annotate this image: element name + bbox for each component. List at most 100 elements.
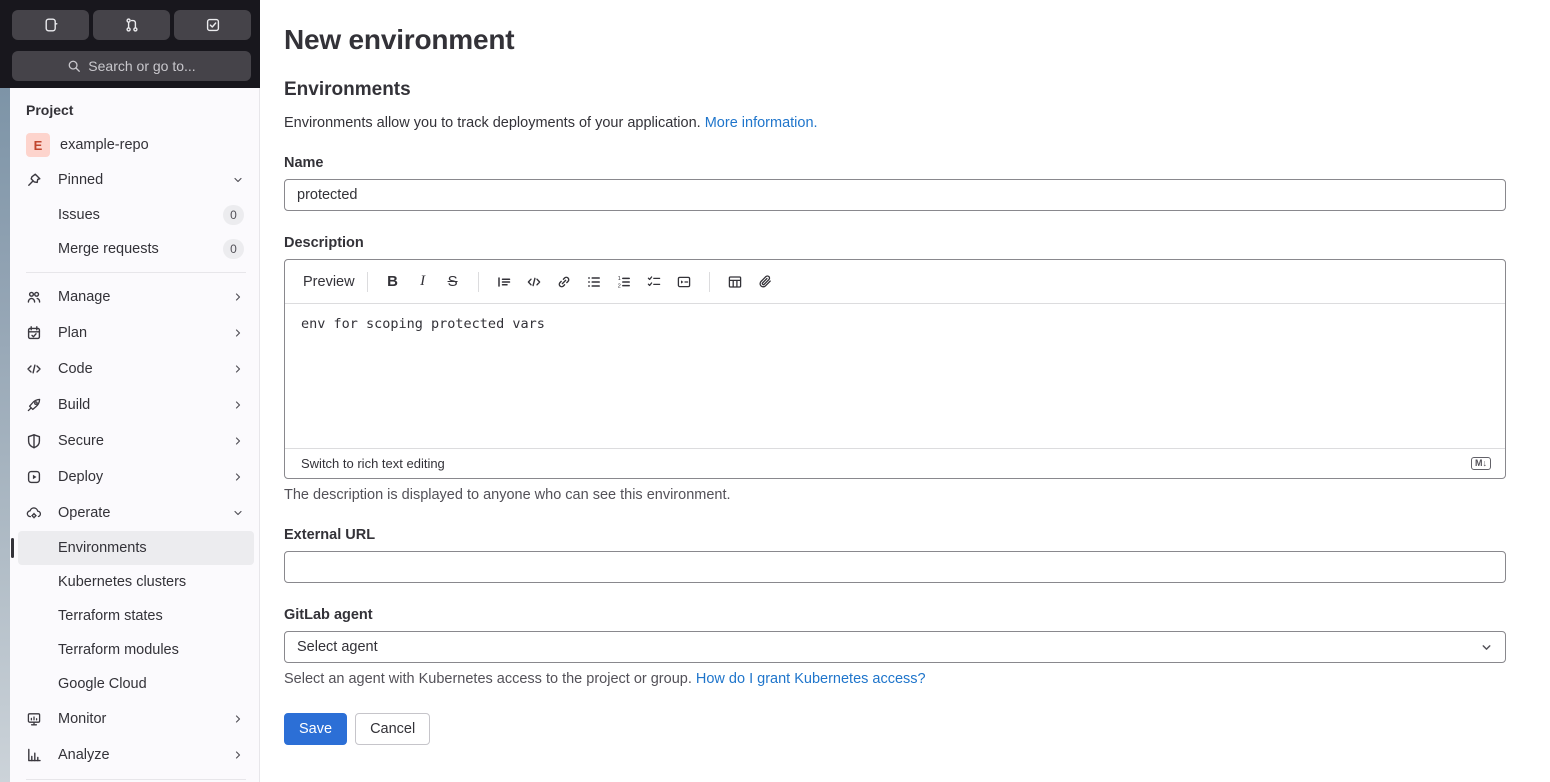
chevron-right-icon [232, 749, 244, 761]
sidebar-item-label: Analyze [58, 747, 110, 763]
merge-request-icon [124, 17, 140, 33]
preview-tab[interactable]: Preview [301, 270, 357, 294]
sidebar-item-label: Deploy [58, 469, 104, 485]
chevron-right-icon [232, 713, 244, 725]
gitlab-agent-label: GitLab agent [284, 607, 373, 623]
strikethrough-button[interactable]: S [440, 269, 466, 295]
link-button[interactable] [551, 269, 577, 295]
sidebar-item-secure[interactable]: Secure [18, 423, 254, 459]
project-section-label: Project [26, 102, 74, 118]
issues-shortcut-button[interactable] [12, 10, 89, 40]
todo-shortcut-button[interactable] [174, 10, 251, 40]
sidebar-item-merge-requests[interactable]: Merge requests 0 [18, 232, 254, 266]
cloud-gear-icon [26, 505, 42, 521]
details-block-button[interactable] [671, 269, 697, 295]
more-information-link[interactable]: More information. [705, 115, 818, 131]
sidebar-item-label: Issues [58, 207, 100, 223]
bold-button[interactable]: B [380, 269, 406, 295]
main-content: New environment Environments Environment… [260, 0, 1550, 782]
project-name: example-repo [60, 137, 149, 153]
external-url-label: External URL [284, 527, 376, 543]
merge-requests-count-badge: 0 [223, 239, 244, 259]
markdown-editor: Preview B I S 12 env for scoping protect… [284, 259, 1506, 479]
intro-sentence: Environments allow you to track deployme… [284, 115, 705, 131]
sidebar-item-monitor[interactable]: Monitor [18, 701, 254, 737]
name-input[interactable] [284, 179, 1506, 211]
italic-button[interactable]: I [410, 269, 436, 295]
sidebar-item-terraform-states[interactable]: Terraform states [18, 599, 254, 633]
search-placeholder: Search or go to... [88, 58, 196, 74]
toolbar-separator [477, 271, 479, 292]
sidebar-item-plan[interactable]: Plan [18, 315, 254, 351]
sidebar-body: Project E example-repo Pinned Issues 0 M… [0, 88, 260, 782]
sidebar-item-terraform-modules[interactable]: Terraform modules [18, 633, 254, 667]
sidebar-item-label: Pinned [58, 172, 104, 188]
description-label: Description [284, 235, 364, 251]
pin-icon [26, 172, 42, 188]
attach-file-button[interactable] [752, 269, 778, 295]
sidebar-item-label: Operate [58, 505, 111, 521]
sidebar-item-label: Code [58, 361, 93, 377]
agent-helper-sentence: Select an agent with Kubernetes access t… [284, 671, 696, 687]
search-icon [67, 59, 81, 73]
editor-footer: Switch to rich text editing M↓ [285, 448, 1505, 478]
sidebar-item-google-cloud[interactable]: Google Cloud [18, 667, 254, 701]
form-actions: Save Cancel [284, 713, 1506, 745]
sidebar-item-deploy[interactable]: Deploy [18, 459, 254, 495]
sidebar-item-issues[interactable]: Issues 0 [18, 198, 254, 232]
agent-select-value: Select agent [297, 639, 378, 655]
quote-button[interactable] [491, 269, 517, 295]
chevron-down-icon [1480, 641, 1493, 654]
sidebar-item-code[interactable]: Code [18, 351, 254, 387]
rocket-icon [26, 397, 42, 413]
sidebar-item-label: Monitor [58, 711, 107, 727]
bullet-list-icon [586, 274, 602, 290]
kubernetes-access-link[interactable]: How do I grant Kubernetes access? [696, 671, 926, 687]
sidebar-item-build[interactable]: Build [18, 387, 254, 423]
project-row[interactable]: E example-repo [18, 128, 254, 162]
chevron-right-icon [232, 363, 244, 375]
chevron-right-icon [232, 291, 244, 303]
external-url-input[interactable] [284, 551, 1506, 583]
save-button[interactable]: Save [284, 713, 348, 745]
issues-count-badge: 0 [223, 205, 244, 225]
description-textarea[interactable] [285, 304, 1505, 448]
markdown-icon[interactable]: M↓ [1471, 456, 1491, 471]
sidebar-item-environments[interactable]: Environments [11, 531, 254, 565]
sidebar-item-label: Terraform states [58, 608, 163, 624]
deploy-icon [26, 469, 42, 485]
toolbar-separator [708, 271, 710, 292]
switch-rich-text-button[interactable]: Switch to rich text editing [301, 456, 445, 471]
name-label: Name [284, 155, 324, 171]
sidebar-item-operate[interactable]: Operate [18, 495, 254, 531]
bullet-list-button[interactable] [581, 269, 607, 295]
editor-toolbar: Preview B I S 12 [285, 260, 1505, 304]
search-input[interactable]: Search or go to... [12, 51, 251, 81]
sidebar-item-label: Google Cloud [58, 676, 147, 692]
sidebar-item-pinned[interactable]: Pinned [18, 162, 254, 198]
sidebar-header: Search or go to... [0, 0, 260, 88]
sidebar-item-analyze[interactable]: Analyze [18, 737, 254, 773]
quote-icon [496, 274, 512, 290]
cancel-button[interactable]: Cancel [355, 713, 431, 745]
code-icon [526, 274, 542, 290]
sidebar-item-label: Manage [58, 289, 111, 305]
sidebar-item-kubernetes-clusters[interactable]: Kubernetes clusters [18, 565, 254, 599]
numbered-list-button[interactable]: 12 [611, 269, 637, 295]
svg-text:2: 2 [617, 283, 620, 289]
chevron-down-icon [232, 174, 244, 186]
task-list-button[interactable] [641, 269, 667, 295]
sidebar-item-label: Secure [58, 433, 104, 449]
details-block-icon [676, 274, 692, 290]
page-title: New environment [284, 24, 515, 55]
sidebar-item-manage[interactable]: Manage [18, 279, 254, 315]
sidebar-item-label: Kubernetes clusters [58, 574, 187, 590]
todo-check-icon [205, 17, 221, 33]
paperclip-icon [757, 274, 773, 290]
agent-select[interactable]: Select agent [284, 631, 1506, 663]
code-button[interactable] [521, 269, 547, 295]
merge-requests-shortcut-button[interactable] [93, 10, 170, 40]
sidebar: Search or go to... Project E example-rep… [0, 0, 260, 782]
section-title: Environments [284, 79, 411, 100]
table-button[interactable] [722, 269, 748, 295]
